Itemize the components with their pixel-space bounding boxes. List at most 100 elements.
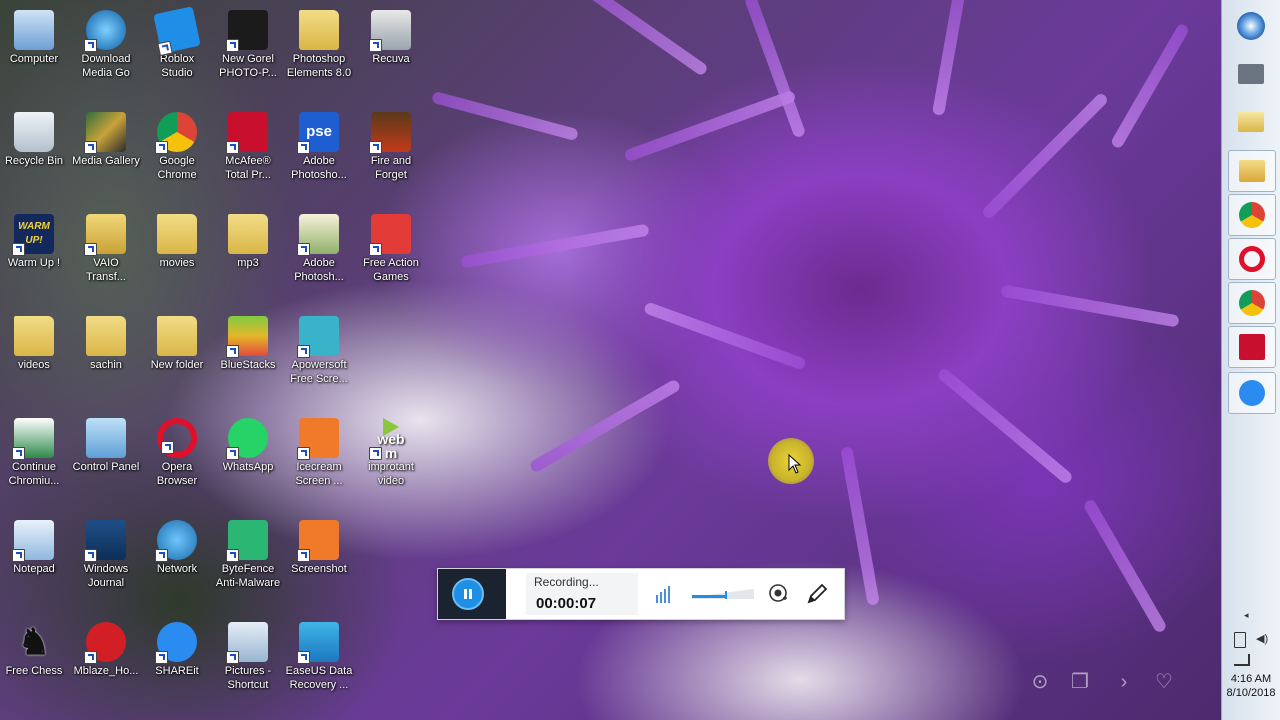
taskbar-chrome-2[interactable] (1228, 282, 1276, 324)
heart-icon[interactable]: ♡ (1152, 670, 1176, 694)
desktop-icon-label: Recycle Bin (4, 155, 64, 167)
window-icon[interactable]: ❐ (1068, 670, 1092, 694)
taskbar-opera[interactable] (1228, 238, 1276, 280)
desktop-icon-label: Shortcut (227, 679, 269, 691)
windows-journal-icon (84, 520, 126, 562)
shortcut-arrow-icon (297, 141, 310, 154)
mblaze-icon (84, 622, 126, 664)
shortcut-arrow-icon (84, 39, 97, 52)
shortcut-arrow-icon (157, 40, 173, 57)
desktop-icon-recuva[interactable]: Recuva (356, 4, 426, 104)
video-overlay-controls: ⊙ ❐ › ♡ (1028, 668, 1188, 698)
taskbar-libraries[interactable] (1228, 150, 1276, 192)
desktop-icon-label: Chromiu... (8, 475, 60, 487)
folder-icon (1238, 112, 1264, 132)
desktop-icon-label: Pictures - (224, 665, 272, 677)
desktop-icon-whatsapp[interactable]: WhatsApp (213, 412, 283, 512)
desktop-icon-label: Notepad (13, 563, 55, 575)
desktop-icon-warm-up[interactable]: WARM UP! Warm Up ! (0, 208, 69, 308)
bytefence-icon (226, 520, 268, 562)
shortcut-arrow-icon (226, 141, 239, 154)
desktop-icon-sachin[interactable]: sachin (71, 310, 141, 410)
desktop-icon-windows-journal[interactable]: Windows Journal (71, 514, 141, 614)
battery-icon[interactable] (1234, 632, 1246, 648)
desktop-icon-videos[interactable]: videos (0, 310, 69, 410)
desktop-icon-label: Google (159, 155, 195, 167)
desktop-icon-label: Network (156, 563, 198, 575)
desktop-icon-control-panel[interactable]: Control Panel (71, 412, 141, 512)
desktop-icon-icecream-screen[interactable]: Icecream Screen ... (284, 412, 354, 512)
desktop-icon-label: Photosho... (291, 169, 347, 181)
shareit-icon (1239, 380, 1265, 406)
desktop-icon-improtant-video[interactable]: web m improtant video (356, 412, 426, 512)
desktop-icon-bytefence-anti-malware[interactable]: ByteFence Anti-Malware (213, 514, 283, 614)
desktop-icon-label: mp3 (237, 257, 259, 269)
chevron-right-icon[interactable]: › (1112, 670, 1136, 694)
shortcut-arrow-icon (12, 243, 25, 256)
desktop-icon-movies[interactable]: movies (142, 208, 212, 308)
desktop-icon-photoshop-elements-8-0[interactable]: Photoshop Elements 8.0 (284, 4, 354, 104)
network-icon (155, 520, 197, 562)
system-clock[interactable]: 4:16 AM 8/10/2018 (1222, 672, 1280, 700)
desktop-icon-computer[interactable]: Computer (0, 4, 69, 104)
show-hidden-icons-icon[interactable]: ◂ (1244, 610, 1249, 621)
desktop-icon-mp3[interactable]: mp3 (213, 208, 283, 308)
desktop-icon-label: Download (81, 53, 131, 65)
webcam-icon[interactable] (768, 583, 788, 603)
desktop-icon-download-media-go[interactable]: Download Media Go (71, 4, 141, 104)
gamepad-icon[interactable]: ⊙ (1028, 670, 1052, 694)
desktop-icon-roblox-studio[interactable]: Roblox Studio (142, 4, 212, 104)
desktop-icon-network[interactable]: Network (142, 514, 212, 614)
shortcut-arrow-icon (297, 447, 310, 460)
speaker-icon[interactable]: ◀) (1256, 632, 1268, 645)
shortcut-arrow-icon (84, 141, 97, 154)
taskbar-explorer[interactable] (1228, 102, 1274, 142)
audio-level-icon[interactable] (655, 585, 673, 603)
media-go-icon (84, 10, 126, 52)
taskbar-computer[interactable] (1228, 54, 1274, 94)
desktop-icon-adobe-photosh[interactable]: Adobe Photosh... (284, 208, 354, 308)
libraries-icon (1239, 160, 1265, 182)
icecream-icon (297, 418, 339, 460)
webm-video-icon: web m (369, 418, 411, 460)
desktop-icon-label: Warm Up ! (7, 257, 61, 269)
desktop-icon-apowersoft-free-scre[interactable]: Apowersoft Free Scre... (284, 310, 354, 410)
network-signal-icon[interactable] (1234, 654, 1250, 666)
desktop-icon-label: Free Chess (5, 665, 63, 677)
desktop-icon-google-chrome[interactable]: Google Chrome (142, 106, 212, 206)
desktop-icon-notepad[interactable]: Notepad (0, 514, 69, 614)
easeus-icon (297, 622, 339, 664)
desktop-icon-mcafee-total-pr[interactable]: McAfee® Total Pr... (213, 106, 283, 206)
desktop-icon-free-action-games[interactable]: Free Action Games (356, 208, 426, 308)
desktop-icon-bluestacks[interactable]: BlueStacks (213, 310, 283, 410)
desktop-icon-vaio-transf[interactable]: VAIO Transf... (71, 208, 141, 308)
desktop-icon-continue-chromiu[interactable]: Continue Chromiu... (0, 412, 69, 512)
desktop-icon-shareit[interactable]: SHAREit (142, 616, 212, 716)
desktop-icon-easeus-data-recovery[interactable]: EaseUS Data Recovery ... (284, 616, 354, 716)
desktop-icons: Computer Download Media Go Roblox Studio New … (0, 0, 420, 720)
desktop-icon-media-gallery[interactable]: Media Gallery (71, 106, 141, 206)
desktop-icon-recycle-bin[interactable]: Recycle Bin (0, 106, 69, 206)
taskbar-chrome-1[interactable] (1228, 194, 1276, 236)
desktop-icon-label: Opera (161, 461, 193, 473)
desktop-icon-opera-browser[interactable]: Opera Browser (142, 412, 212, 512)
pencil-draw-icon[interactable] (805, 582, 829, 606)
pause-button[interactable] (452, 578, 484, 610)
desktop-icon-pictures-shortcut[interactable]: Pictures - Shortcut (213, 616, 283, 716)
desktop-icon-screenshot[interactable]: Screenshot (284, 514, 354, 614)
taskbar-acrobat[interactable] (1228, 326, 1276, 368)
desktop-icon-new-gorel-photo-p[interactable]: New Gorel PHOTO-P... (213, 4, 283, 104)
desktop-icon-adobe-photosho[interactable]: pse Adobe Photosho... (284, 106, 354, 206)
taskbar-shareit[interactable] (1228, 372, 1276, 414)
desktop-icon-new-folder[interactable]: New folder (142, 310, 212, 410)
desktop-icon-mblaze-ho[interactable]: Mblaze_Ho... (71, 616, 141, 716)
start-button[interactable] (1228, 6, 1274, 46)
desktop-icon-fire-and-forget[interactable]: Fire and Forget (356, 106, 426, 206)
desktop-icon-label: Anti-Malware (215, 577, 281, 589)
volume-slider[interactable] (692, 589, 754, 599)
desktop-icon-label: video (377, 475, 405, 487)
desktop-icon-label: videos (18, 359, 50, 371)
desktop-icon-label: Forget (375, 169, 407, 181)
pse-text: pse (306, 123, 332, 140)
desktop-icon-free-chess[interactable]: ♞ Free Chess (0, 616, 69, 716)
